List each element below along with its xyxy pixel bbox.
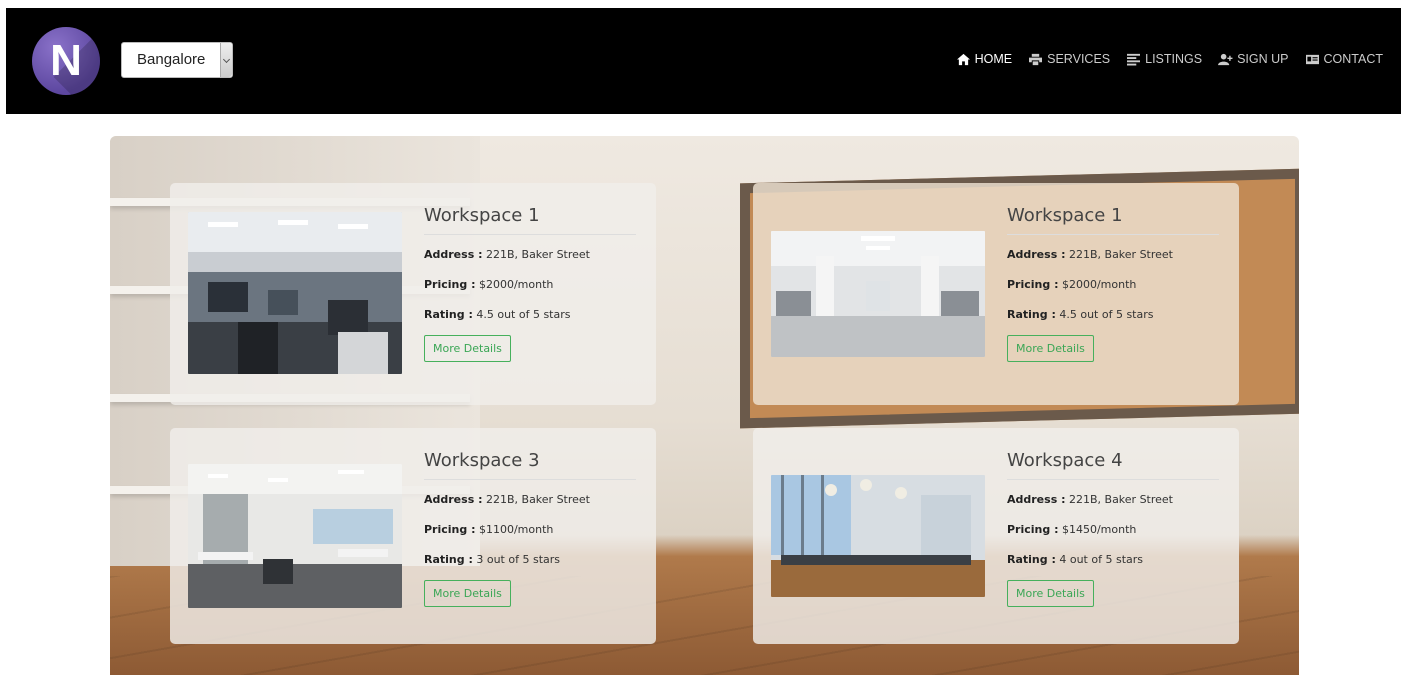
nav-signup-label: SIGN UP [1237,52,1289,66]
brand-logo[interactable]: N [32,27,100,95]
workspace-rating: Rating : 4 out of 5 stars [1007,553,1143,566]
more-details-button[interactable]: More Details [1007,580,1094,607]
workspace-title: Workspace 4 [1007,450,1219,480]
workspace-photo[interactable] [771,475,985,597]
workspace-info: Workspace 4 Address : 221B, Baker Street… [1007,450,1219,607]
navbar: N Bangalore HOME SERVICES LISTINGS SIGN … [6,8,1401,114]
nav-home-label: HOME [974,52,1013,66]
nav-contact[interactable]: CONTACT [1305,52,1384,66]
workspace-photo[interactable] [771,231,985,357]
workspace-title: Workspace 3 [424,450,636,480]
nav-contact-label: CONTACT [1323,52,1384,66]
chevron-down-icon [220,43,232,77]
workspace-address: Address : 221B, Baker Street [424,493,590,506]
nav-home[interactable]: HOME [956,52,1013,66]
workspace-card: Workspace 4 Address : 221B, Baker Street… [753,428,1239,644]
workspace-title: Workspace 1 [1007,205,1219,235]
workspace-info: Workspace 1 Address : 221B, Baker Street… [1007,205,1219,362]
list-icon [1127,53,1141,66]
print-icon [1029,53,1043,65]
workspace-card: Workspace 3 Address : 221B, Baker Street… [170,428,656,644]
home-icon [956,53,970,65]
more-details-button[interactable]: More Details [424,580,511,607]
workspace-pricing: Pricing : $1450/month [1007,523,1137,536]
contact-card-icon [1305,54,1319,64]
workspace-rating: Rating : 4.5 out of 5 stars [424,308,571,321]
workspace-address: Address : 221B, Baker Street [1007,493,1173,506]
workspace-photo[interactable] [188,464,402,608]
workspace-address: Address : 221B, Baker Street [1007,248,1173,261]
workspace-info: Workspace 3 Address : 221B, Baker Street… [424,450,636,607]
workspace-rating: Rating : 3 out of 5 stars [424,553,560,566]
logo-letter: N [50,36,82,85]
nav-listings[interactable]: LISTINGS [1126,52,1202,66]
more-details-button[interactable]: More Details [1007,335,1094,362]
nav-signup[interactable]: SIGN UP [1218,52,1289,66]
nav-services-label: SERVICES [1047,52,1111,66]
nav-links: HOME SERVICES LISTINGS SIGN UP CONTACT [956,52,1383,66]
workspace-photo[interactable] [188,212,402,374]
workspace-title: Workspace 1 [424,205,636,235]
workspace-pricing: Pricing : $2000/month [1007,278,1137,291]
nav-listings-label: LISTINGS [1145,52,1203,66]
workspace-pricing: Pricing : $1100/month [424,523,554,536]
add-user-icon [1218,53,1233,65]
nav-services[interactable]: SERVICES [1028,52,1110,66]
more-details-button[interactable]: More Details [424,335,511,362]
workspace-rating: Rating : 4.5 out of 5 stars [1007,308,1154,321]
city-select-value: Bangalore [137,51,206,68]
workspace-card: Workspace 1 Address : 221B, Baker Street… [170,183,656,405]
workspace-pricing: Pricing : $2000/month [424,278,554,291]
workspace-info: Workspace 1 Address : 221B, Baker Street… [424,205,636,362]
workspace-address: Address : 221B, Baker Street [424,248,590,261]
hero-background: Workspace 1 Address : 221B, Baker Street… [110,136,1299,675]
workspace-card: Workspace 1 Address : 221B, Baker Street… [753,183,1239,405]
city-select[interactable]: Bangalore [121,42,233,78]
